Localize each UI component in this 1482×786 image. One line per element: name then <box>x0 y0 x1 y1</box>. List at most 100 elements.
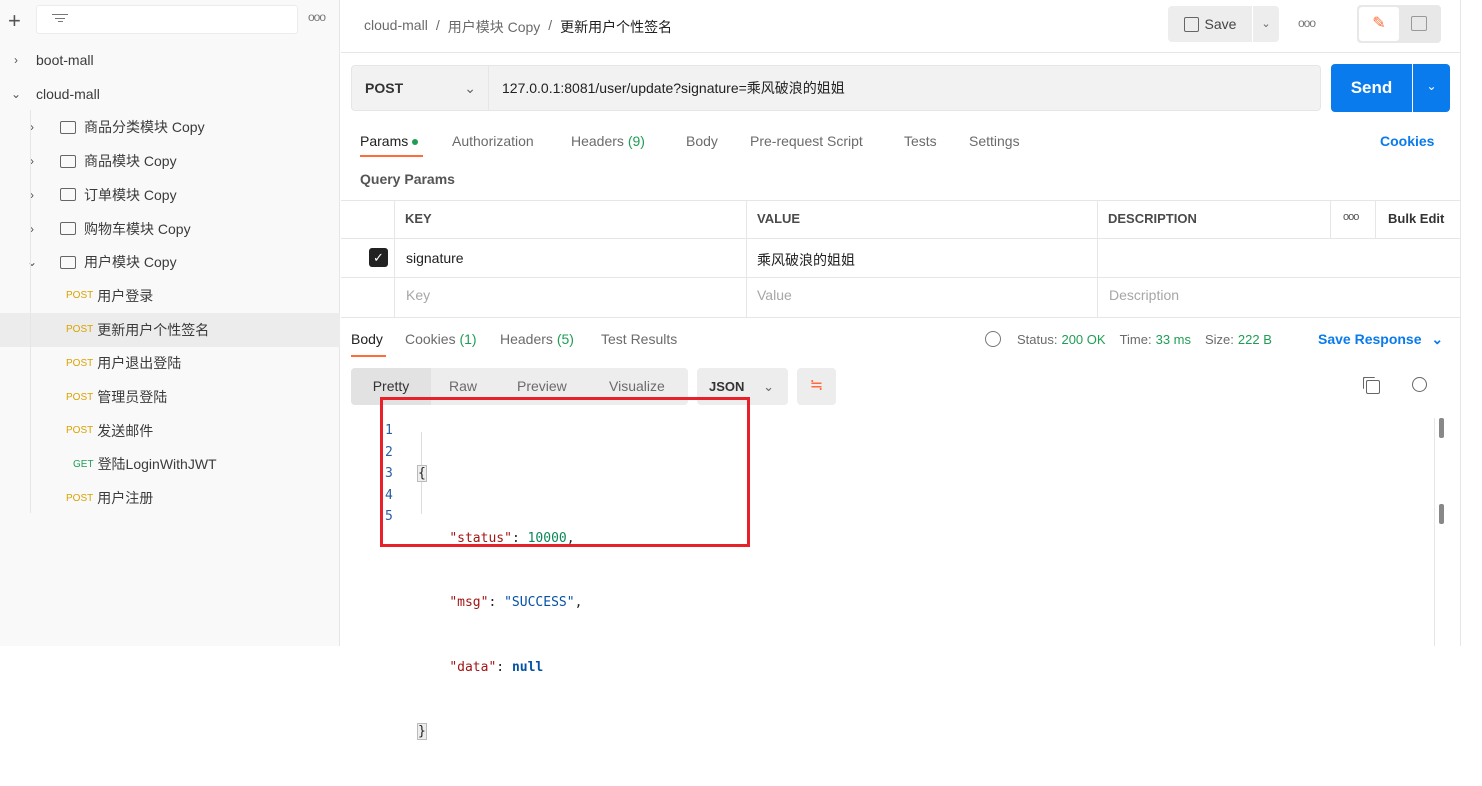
chevron-icon[interactable]: › <box>26 120 38 134</box>
folder-icon <box>60 154 76 168</box>
folder-icon <box>60 188 76 202</box>
scrollbar-thumb[interactable] <box>1439 504 1444 524</box>
sidebar-item[interactable]: POST 用户登录 <box>0 279 340 313</box>
sidebar-item[interactable]: › 商品模块 Copy <box>0 144 340 178</box>
active-tab-underline <box>360 155 423 157</box>
filter-input[interactable] <box>36 5 298 34</box>
folder-icon <box>60 120 76 134</box>
copy-icon[interactable] <box>1366 380 1380 394</box>
send-button[interactable]: Send <box>1331 64 1412 112</box>
method-select[interactable]: POST ⌄ <box>351 65 489 111</box>
sidebar-item[interactable]: POST 用户退出登陆 <box>0 346 340 380</box>
sidebar-item-label: 订单模块 Copy <box>84 186 177 203</box>
method-badge: POST <box>66 357 94 369</box>
tab-params[interactable]: Params <box>360 133 419 149</box>
cookies-link[interactable]: Cookies <box>1380 133 1434 149</box>
sidebar-item[interactable]: POST 发送邮件 <box>0 414 340 448</box>
mode-visualize[interactable]: Visualize <box>609 378 665 394</box>
sidebar-item-label: 用户模块 Copy <box>84 254 177 271</box>
sidebar-item-label: 登陆LoginWithJWT <box>97 456 217 473</box>
folder-icon <box>60 255 76 269</box>
chevron-down-icon: ⌄ <box>763 378 774 394</box>
sidebar-item[interactable]: › boot-mall <box>0 43 340 77</box>
tab-tests[interactable]: Tests <box>904 133 937 149</box>
breadcrumb-folder[interactable]: 用户模块 Copy <box>448 17 541 37</box>
key-input[interactable]: Key <box>406 287 430 303</box>
chevron-icon[interactable]: ⌄ <box>26 255 38 269</box>
column-header-value: VALUE <box>757 211 801 226</box>
tab-response-body[interactable]: Body <box>351 331 383 347</box>
save-button[interactable]: Save <box>1168 6 1252 42</box>
edit-pencil-icon[interactable]: ✎ <box>1359 7 1399 41</box>
sidebar-item-label: 发送邮件 <box>97 422 154 439</box>
chevron-icon[interactable]: › <box>26 188 38 202</box>
save-dropdown[interactable]: ⌄ <box>1253 6 1279 42</box>
sidebar-item-label: 管理员登陆 <box>97 389 168 405</box>
value-input[interactable]: Value <box>757 287 792 303</box>
tab-settings[interactable]: Settings <box>969 133 1020 149</box>
tab-body[interactable]: Body <box>686 133 718 149</box>
new-button[interactable]: + <box>8 8 21 34</box>
chevron-down-icon: ⌄ <box>464 79 476 96</box>
scrollbar[interactable] <box>1439 418 1444 438</box>
query-params-title: Query Params <box>360 171 455 187</box>
globe-icon[interactable] <box>985 331 1001 347</box>
sidebar-item[interactable]: GET 登陆LoginWithJWT <box>0 447 340 481</box>
tab-response-cookies[interactable]: Cookies (1) <box>405 331 477 347</box>
highlight-box <box>380 397 750 547</box>
more-icon[interactable]: ooo <box>1343 211 1359 223</box>
sidebar-item[interactable]: POST 用户注册 <box>0 481 340 515</box>
wrap-lines-button[interactable]: ≒ <box>797 368 836 405</box>
chevron-icon[interactable]: › <box>26 222 38 236</box>
row-checkbox[interactable]: ✓ <box>369 248 388 267</box>
search-icon[interactable] <box>1412 377 1427 392</box>
active-tab-underline <box>351 355 386 357</box>
column-header-description: DESCRIPTION <box>1108 211 1197 226</box>
sidebar-item[interactable]: POST 管理员登陆 <box>0 380 340 414</box>
sidebar-item-label: 商品模块 Copy <box>84 153 177 170</box>
sidebar-item[interactable]: › 订单模块 Copy <box>0 178 340 212</box>
url-input[interactable]: 127.0.0.1:8081/user/update?signature=乘风破… <box>489 65 1321 111</box>
sidebar-item[interactable]: ⌄ 用户模块 Copy <box>0 245 340 279</box>
view-toggle: ✎ <box>1357 5 1441 43</box>
more-icon[interactable]: ooo <box>1298 16 1316 30</box>
method-badge: POST <box>66 492 94 504</box>
filter-icon <box>52 14 68 24</box>
breadcrumb-collection[interactable]: cloud-mall <box>364 17 428 37</box>
folder-icon <box>60 222 76 235</box>
bulk-edit-button[interactable]: Bulk Edit <box>1388 211 1444 226</box>
tab-test-results[interactable]: Test Results <box>601 331 677 347</box>
more-icon[interactable]: ooo <box>308 10 326 24</box>
description-input[interactable]: Description <box>1109 287 1179 303</box>
chevron-icon[interactable]: ⌄ <box>10 87 22 101</box>
tab-headers[interactable]: Headers (9) <box>571 133 645 149</box>
time-value: 33 ms <box>1155 331 1191 347</box>
chevron-icon[interactable]: › <box>26 154 38 168</box>
response-meta: Status: 200 OK Time: 33 ms Size: 222 B <box>985 331 1272 347</box>
save-icon <box>1183 16 1199 32</box>
column-header-key: KEY <box>405 211 432 226</box>
param-key[interactable]: signature <box>406 250 464 266</box>
status-value: 200 OK <box>1061 331 1106 347</box>
sidebar-item-label: boot-mall <box>36 52 94 68</box>
param-value[interactable]: 乘风破浪的姐姐 <box>757 250 855 270</box>
sidebar-item[interactable]: POST 更新用户个性签名 <box>0 312 340 347</box>
breadcrumb: cloud-mall / 用户模块 Copy / 更新用户个性签名 <box>364 17 673 37</box>
tab-pre-request-script[interactable]: Pre-request Script <box>750 133 863 149</box>
sidebar-item[interactable]: › 商品分类模块 Copy <box>0 110 340 144</box>
mode-preview[interactable]: Preview <box>517 378 567 394</box>
sidebar-item[interactable]: ⌄ cloud-mall <box>0 77 340 111</box>
chevron-icon[interactable]: › <box>10 53 22 67</box>
send-dropdown[interactable]: ⌄ <box>1413 64 1450 112</box>
sidebar: + ooo › boot-mall ⌄ cloud-mall › 商品分类模块 Copy ›… <box>0 0 340 646</box>
sidebar-item-label: cloud-mall <box>36 85 100 102</box>
mode-raw[interactable]: Raw <box>449 378 477 394</box>
save-response-button[interactable]: Save Response ⌄ <box>1318 331 1443 348</box>
breadcrumb-request: 更新用户个性签名 <box>560 19 673 35</box>
comment-icon[interactable] <box>1411 16 1427 31</box>
sidebar-item[interactable]: › 购物车模块 Copy <box>0 212 340 246</box>
tab-authorization[interactable]: Authorization <box>452 133 534 149</box>
sidebar-item-label: 用户登录 <box>97 287 154 304</box>
sidebar-item-label: 购物车模块 Copy <box>84 220 191 237</box>
tab-response-headers[interactable]: Headers (5) <box>500 331 574 347</box>
